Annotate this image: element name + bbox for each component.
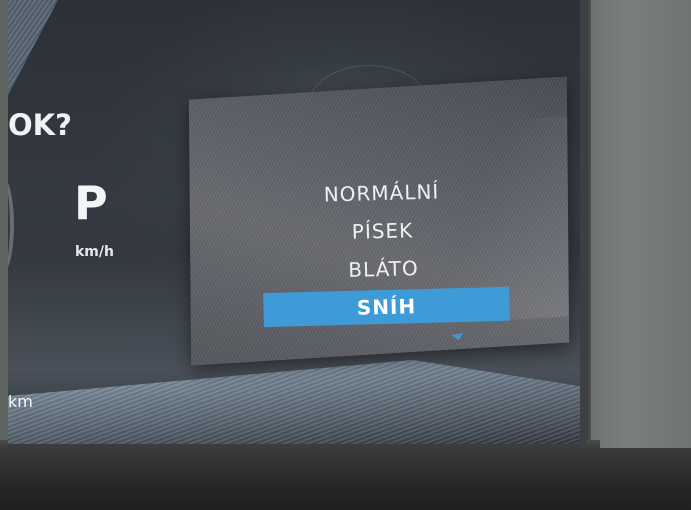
distance-unit-label: km — [8, 392, 33, 411]
decorative-stripe-left — [8, 0, 58, 110]
speed-unit-label: km/h — [75, 244, 114, 260]
drive-mode-option-mud[interactable]: BLÁTO — [258, 247, 509, 292]
dashboard-bezel — [583, 0, 691, 510]
drive-mode-option-snow[interactable]: SNÍH — [263, 286, 510, 328]
drive-mode-option-sand[interactable]: PÍSEK — [257, 209, 508, 254]
confirm-prompt: OK? — [8, 108, 72, 142]
dashboard-surface — [0, 448, 691, 510]
drive-mode-option-normal[interactable]: NORMÁLNÍ — [256, 171, 507, 216]
drive-mode-menu: NORMÁLNÍ PÍSEK BLÁTO SNÍH — [256, 171, 510, 328]
gear-indicator: P — [74, 176, 108, 230]
